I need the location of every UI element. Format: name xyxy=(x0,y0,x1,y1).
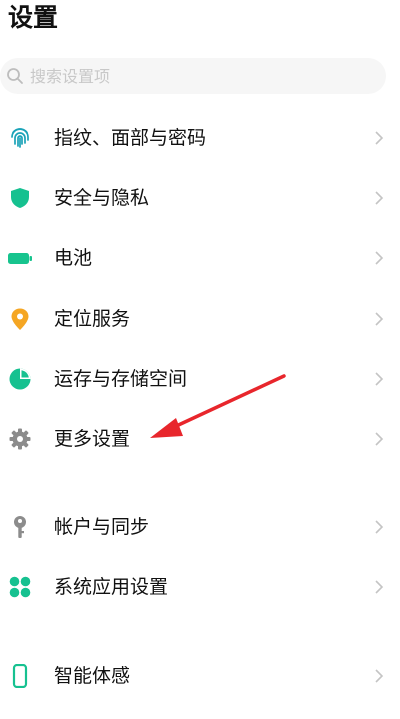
chevron-right-icon xyxy=(374,668,384,684)
chevron-right-icon xyxy=(374,519,384,535)
settings-item-security-privacy[interactable]: 安全与隐私 xyxy=(0,171,400,225)
chevron-right-icon xyxy=(374,311,384,327)
settings-item-label: 安全与隐私 xyxy=(54,187,150,209)
settings-item-label: 系统应用设置 xyxy=(54,576,169,598)
fingerprint-icon xyxy=(8,126,32,150)
chevron-right-icon xyxy=(374,190,384,206)
settings-item-system-app-settings[interactable]: 系统应用设置 xyxy=(0,560,400,614)
location-pin-icon xyxy=(8,307,32,331)
chevron-right-icon xyxy=(374,130,384,146)
apps-grid-icon xyxy=(8,575,32,599)
chevron-right-icon xyxy=(374,579,384,595)
chevron-right-icon xyxy=(374,250,384,266)
chevron-right-icon xyxy=(374,431,384,447)
settings-item-more-settings[interactable]: 更多设置 xyxy=(0,412,400,466)
settings-item-label: 定位服务 xyxy=(54,308,131,330)
search-input[interactable] xyxy=(30,66,330,86)
settings-item-accounts-sync[interactable]: 帐户与同步 xyxy=(0,500,400,554)
phone-icon xyxy=(8,664,32,688)
chevron-right-icon xyxy=(374,371,384,387)
settings-item-smart-motion[interactable]: 智能体感 xyxy=(0,649,400,703)
gear-icon xyxy=(8,427,32,451)
settings-item-battery[interactable]: 电池 xyxy=(0,231,400,285)
settings-item-fingerprint-face-password[interactable]: 指纹、面部与密码 xyxy=(0,111,400,165)
key-icon xyxy=(8,515,32,539)
settings-item-location-services[interactable]: 定位服务 xyxy=(0,292,400,346)
search-bar[interactable] xyxy=(0,58,386,94)
settings-item-label: 指纹、面部与密码 xyxy=(54,127,207,149)
search-icon xyxy=(6,67,24,85)
pie-chart-icon xyxy=(8,367,32,391)
settings-item-ram-storage[interactable]: 运存与存储空间 xyxy=(0,352,400,406)
settings-item-label: 运存与存储空间 xyxy=(54,368,188,390)
settings-item-label: 帐户与同步 xyxy=(54,516,150,538)
settings-item-label: 电池 xyxy=(54,247,93,269)
settings-item-label: 智能体感 xyxy=(54,665,131,687)
page-title: 设置 xyxy=(8,3,59,32)
shield-icon xyxy=(8,186,32,210)
settings-item-label: 更多设置 xyxy=(54,428,131,450)
battery-icon xyxy=(8,246,32,270)
